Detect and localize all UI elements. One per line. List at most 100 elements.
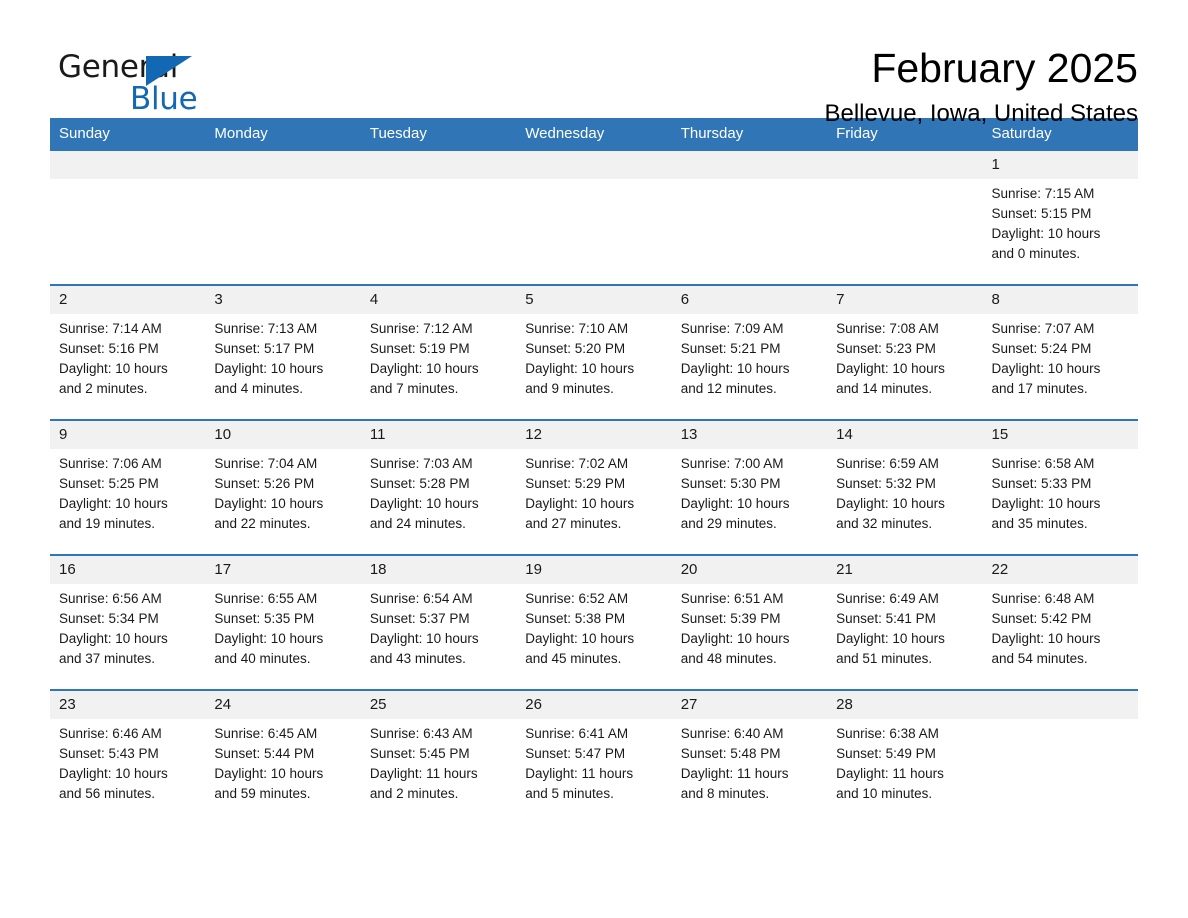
- daylight-duration-line1: Daylight: 10 hours: [836, 496, 945, 511]
- calendar-day-cell[interactable]: 9 Sunrise: 7:06 AM Sunset: 5:25 PM Daylight…: [50, 419, 206, 555]
- sunset-time: Sunset: 5:48 PM: [680, 746, 781, 761]
- day-number: 23: [50, 691, 206, 719]
- day-cell-inner: 11 Sunrise: 7:03 AM Sunset: 5:28 PM Dayligh…: [360, 421, 517, 554]
- day-number: 8: [982, 286, 1138, 314]
- sunrise-time: Sunrise: 7:03 AM: [369, 456, 473, 471]
- calendar-day-cell[interactable]: 26 Sunrise: 6:41 AM Sunset: 5:47 PM Dayligh…: [516, 689, 672, 824]
- calendar-day-cell[interactable]: 23 Sunrise: 6:46 AM Sunset: 5:43 PM Dayligh…: [50, 689, 206, 824]
- calendar-day-cell[interactable]: 15 Sunrise: 6:58 AM Sunset: 5:33 PM Dayligh…: [982, 419, 1138, 555]
- day-details: Sunrise: 6:40 AM Sunset: 5:48 PM Daylight:…: [672, 719, 827, 804]
- calendar-day-cell[interactable]: 20 Sunrise: 6:51 AM Sunset: 5:39 PM Dayligh…: [671, 554, 828, 690]
- calendar-day-cell[interactable]: 16 Sunrise: 6:56 AM Sunset: 5:34 PM Dayligh…: [50, 554, 206, 690]
- daylight-duration-line2: and 27 minutes.: [525, 516, 622, 531]
- daylight-duration-line2: and 35 minutes.: [991, 516, 1088, 531]
- day-number: 3: [205, 286, 361, 314]
- calendar-day-cell[interactable]: 28 Sunrise: 6:38 AM Sunset: 5:49 PM Dayligh…: [827, 689, 983, 824]
- calendar-day-cell[interactable]: 5 Sunrise: 7:10 AM Sunset: 5:20 PM Daylight…: [516, 284, 672, 420]
- day-number: 5: [516, 286, 672, 314]
- calendar-day-cell[interactable]: 21 Sunrise: 6:49 AM Sunset: 5:41 PM Dayligh…: [827, 554, 983, 690]
- sunset-time: Sunset: 5:37 PM: [369, 611, 470, 626]
- calendar-day-cell[interactable]: 18 Sunrise: 6:54 AM Sunset: 5:37 PM Dayligh…: [360, 554, 517, 690]
- sunset-time: Sunset: 5:41 PM: [836, 611, 936, 626]
- calendar-day-cell[interactable]: 19 Sunrise: 6:52 AM Sunset: 5:38 PM Dayligh…: [516, 554, 672, 690]
- daylight-duration-line1: Daylight: 10 hours: [836, 361, 945, 376]
- calendar-day-cell[interactable]: 7 Sunrise: 7:08 AM Sunset: 5:23 PM Daylight…: [827, 284, 983, 420]
- day-number: 14: [827, 421, 983, 449]
- calendar-day-cell[interactable]: 24 Sunrise: 6:45 AM Sunset: 5:44 PM Dayligh…: [205, 689, 361, 824]
- day-details: Sunrise: 7:07 AM Sunset: 5:24 PM Daylight:…: [983, 314, 1138, 399]
- logo-text-blue: Blue: [130, 81, 198, 117]
- daylight-duration-line2: and 9 minutes.: [525, 381, 614, 396]
- sunrise-time: Sunrise: 6:54 AM: [369, 591, 473, 606]
- calendar-day-cell[interactable]: 10 Sunrise: 7:04 AM Sunset: 5:26 PM Dayligh…: [205, 419, 361, 555]
- day-number: 15: [982, 421, 1138, 449]
- sunrise-time: Sunrise: 7:09 AM: [680, 321, 784, 336]
- day-details: Sunrise: 7:03 AM Sunset: 5:28 PM Daylight:…: [361, 449, 516, 534]
- sunrise-time: Sunrise: 6:43 AM: [369, 726, 473, 741]
- daylight-duration-line2: and 22 minutes.: [214, 516, 311, 531]
- calendar-day-cell[interactable]: 17 Sunrise: 6:55 AM Sunset: 5:35 PM Dayligh…: [205, 554, 361, 690]
- sunrise-time: Sunrise: 7:07 AM: [991, 321, 1095, 336]
- sunset-time: Sunset: 5:30 PM: [680, 476, 781, 491]
- daylight-duration-line1: Daylight: 10 hours: [991, 496, 1101, 511]
- daylight-duration-line2: and 2 minutes.: [369, 786, 459, 801]
- daylight-duration-line1: Daylight: 10 hours: [525, 631, 635, 646]
- daylight-duration-line1: Daylight: 10 hours: [59, 631, 168, 646]
- page-title: February 2025: [871, 45, 1138, 91]
- daylight-duration-line2: and 59 minutes.: [214, 786, 311, 801]
- daylight-duration-line2: and 14 minutes.: [836, 381, 933, 396]
- calendar-day-cell[interactable]: 22 Sunrise: 6:48 AM Sunset: 5:42 PM Dayligh…: [982, 554, 1138, 690]
- calendar-day-cell[interactable]: 12 Sunrise: 7:02 AM Sunset: 5:29 PM Dayligh…: [516, 419, 672, 555]
- calendar-week-row: 1 Sunrise: 7:15 AM Sunset: 5:15 PM Daylight…: [50, 151, 1138, 285]
- day-cell-inner: 15 Sunrise: 6:58 AM Sunset: 5:33 PM Dayligh…: [982, 421, 1138, 554]
- calendar-day-cell[interactable]: 25 Sunrise: 6:43 AM Sunset: 5:45 PM Dayligh…: [360, 689, 517, 824]
- sunrise-time: Sunrise: 6:38 AM: [836, 726, 939, 741]
- day-number: 21: [827, 556, 983, 584]
- sunrise-time: Sunrise: 6:59 AM: [836, 456, 939, 471]
- day-cell-inner: 8 Sunrise: 7:07 AM Sunset: 5:24 PM Daylight…: [982, 286, 1138, 419]
- calendar-day-cell[interactable]: 27 Sunrise: 6:40 AM Sunset: 5:48 PM Dayligh…: [671, 689, 828, 824]
- sunrise-time: Sunrise: 7:02 AM: [525, 456, 629, 471]
- sunset-time: Sunset: 5:38 PM: [525, 611, 626, 626]
- sunrise-time: Sunrise: 7:10 AM: [525, 321, 629, 336]
- calendar-day-cell[interactable]: 3 Sunrise: 7:13 AM Sunset: 5:17 PM Daylight…: [205, 284, 361, 420]
- sunset-time: Sunset: 5:28 PM: [369, 476, 470, 491]
- daylight-duration-line2: and 29 minutes.: [680, 516, 777, 531]
- day-cell-inner: [516, 151, 672, 284]
- day-cell-inner: 23 Sunrise: 6:46 AM Sunset: 5:43 PM Dayligh…: [50, 691, 206, 824]
- day-cell-inner: 6 Sunrise: 7:09 AM Sunset: 5:21 PM Daylight…: [671, 286, 828, 419]
- day-number: [50, 151, 206, 179]
- daylight-duration-line1: Daylight: 10 hours: [59, 766, 168, 781]
- day-cell-inner: 22 Sunrise: 6:48 AM Sunset: 5:42 PM Dayligh…: [982, 556, 1138, 689]
- sunset-time: Sunset: 5:17 PM: [214, 341, 315, 356]
- day-details: Sunrise: 6:58 AM Sunset: 5:33 PM Daylight:…: [983, 449, 1138, 534]
- day-cell-inner: 1 Sunrise: 7:15 AM Sunset: 5:15 PM Daylight…: [982, 151, 1138, 284]
- calendar-day-cell[interactable]: 11 Sunrise: 7:03 AM Sunset: 5:28 PM Dayligh…: [360, 419, 517, 555]
- calendar-day-cell[interactable]: 14 Sunrise: 6:59 AM Sunset: 5:32 PM Dayligh…: [827, 419, 983, 555]
- day-details: Sunrise: 7:15 AM Sunset: 5:15 PM Daylight:…: [983, 179, 1138, 264]
- daylight-duration-line1: Daylight: 10 hours: [214, 361, 324, 376]
- day-number: 9: [50, 421, 206, 449]
- calendar-day-cell[interactable]: 4 Sunrise: 7:12 AM Sunset: 5:19 PM Daylight…: [360, 284, 517, 420]
- sunset-time: Sunset: 5:32 PM: [836, 476, 936, 491]
- day-cell-inner: [827, 151, 983, 284]
- day-cell-inner: 19 Sunrise: 6:52 AM Sunset: 5:38 PM Dayligh…: [516, 556, 672, 689]
- daylight-duration-line1: Daylight: 10 hours: [836, 631, 945, 646]
- calendar-week-row: 9 Sunrise: 7:06 AM Sunset: 5:25 PM Daylight…: [50, 419, 1138, 555]
- sunrise-time: Sunrise: 6:56 AM: [59, 591, 162, 606]
- calendar-day-cell[interactable]: 6 Sunrise: 7:09 AM Sunset: 5:21 PM Daylight…: [671, 284, 828, 420]
- day-number: 17: [205, 556, 361, 584]
- sunset-time: Sunset: 5:25 PM: [59, 476, 159, 491]
- daylight-duration-line1: Daylight: 10 hours: [214, 496, 324, 511]
- day-cell-inner: 2 Sunrise: 7:14 AM Sunset: 5:16 PM Daylight…: [50, 286, 206, 419]
- day-cell-inner: 20 Sunrise: 6:51 AM Sunset: 5:39 PM Dayligh…: [671, 556, 828, 689]
- calendar-day-cell[interactable]: 13 Sunrise: 7:00 AM Sunset: 5:30 PM Dayligh…: [671, 419, 828, 555]
- daylight-duration-line2: and 12 minutes.: [680, 381, 777, 396]
- day-number: [671, 151, 828, 179]
- calendar-day-cell[interactable]: 8 Sunrise: 7:07 AM Sunset: 5:24 PM Daylight…: [982, 284, 1138, 420]
- calendar-day-cell[interactable]: 2 Sunrise: 7:14 AM Sunset: 5:16 PM Daylight…: [50, 284, 206, 420]
- daylight-duration-line2: and 40 minutes.: [214, 651, 311, 666]
- day-details: Sunrise: 7:08 AM Sunset: 5:23 PM Daylight:…: [827, 314, 982, 399]
- sunrise-time: Sunrise: 6:52 AM: [525, 591, 629, 606]
- calendar-day-cell[interactable]: 1 Sunrise: 7:15 AM Sunset: 5:15 PM Daylight…: [982, 151, 1138, 285]
